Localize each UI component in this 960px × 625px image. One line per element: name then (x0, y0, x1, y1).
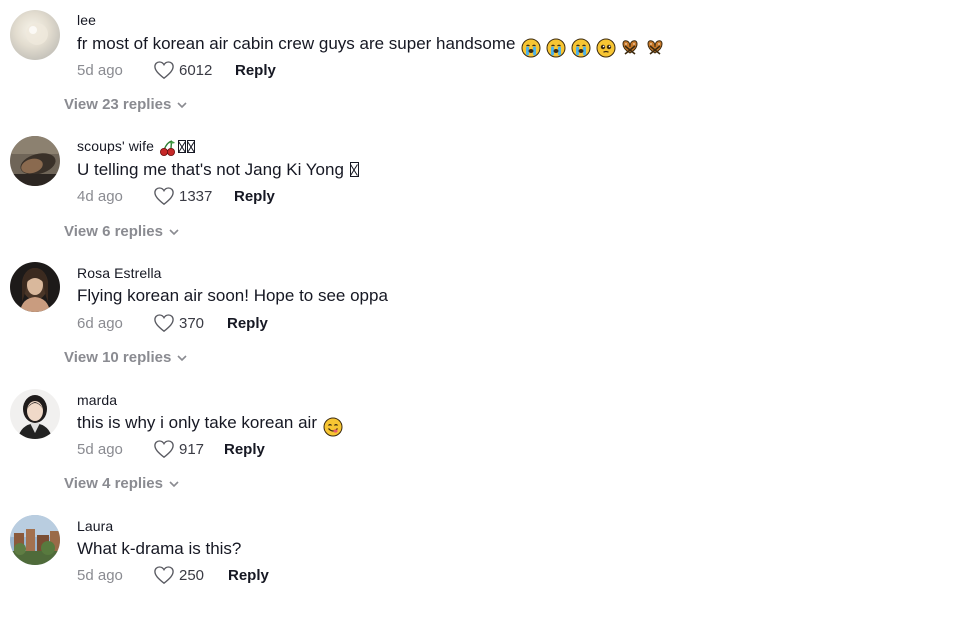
comment-text: this is why i only take korean air (77, 413, 343, 437)
like-count: 6012 (179, 61, 213, 79)
cherries-icon (160, 140, 176, 157)
chevron-down-icon (177, 101, 187, 108)
view-replies-button[interactable]: View 23 replies (64, 96, 187, 113)
comment-meta: 5d ago 917 Reply (77, 438, 265, 460)
avatar[interactable] (10, 515, 60, 565)
comment-text: What k-drama is this? (77, 539, 241, 559)
loudly-crying-face-icon (571, 38, 591, 58)
comment-username[interactable]: scoups' wife (77, 138, 196, 157)
reply-button[interactable]: Reply (234, 188, 275, 205)
comment-item: scoups' wife U telling me that's not Jan… (0, 126, 960, 246)
avatar[interactable] (10, 10, 60, 60)
pleading-face-icon (596, 38, 616, 58)
like-button[interactable]: 6012 (153, 60, 235, 80)
comment-item: Rosa Estrella Flying korean air soon! Ho… (0, 252, 960, 372)
heart-icon (154, 61, 174, 80)
view-replies-button[interactable]: View 4 replies (64, 475, 179, 492)
heart-icon (154, 314, 174, 333)
username-text: lee (77, 12, 96, 28)
comment-text-content: What k-drama is this? (77, 539, 242, 558)
emoji-group (521, 37, 665, 58)
chevron-down-icon (169, 228, 179, 235)
username-text: scoups' wife (77, 138, 155, 154)
comment-username[interactable]: Laura (77, 518, 113, 534)
reply-button[interactable]: Reply (228, 567, 269, 584)
comment-meta: 5d ago 6012 Reply (77, 59, 276, 81)
username-text: marda (77, 392, 118, 408)
comment-meta: 4d ago 1337 Reply (77, 185, 275, 207)
like-button[interactable]: 1337 (153, 186, 234, 206)
view-replies-label: View 23 replies (64, 96, 172, 113)
heart-icon (154, 187, 174, 206)
missing-glyph-icon (187, 140, 196, 153)
chevron-down-icon (169, 480, 179, 487)
comment-username[interactable]: marda (77, 392, 117, 408)
loudly-crying-face-icon (521, 38, 541, 58)
comment-text-content: U telling me that's not Jang Ki Yong (77, 160, 344, 179)
like-count: 917 (179, 440, 205, 458)
comment-text: fr most of korean air cabin crew guys ar… (77, 34, 665, 58)
comment-time: 5d ago (77, 61, 123, 79)
comment-time: 4d ago (77, 187, 123, 205)
avatar[interactable] (10, 389, 60, 439)
username-text: Laura (77, 518, 114, 534)
comment-text: U telling me that's not Jang Ki Yong (77, 160, 359, 180)
comment-text-content: this is why i only take korean air (77, 413, 317, 432)
reply-button[interactable]: Reply (224, 441, 265, 458)
missing-glyph-icon (349, 162, 359, 177)
like-count: 1337 (179, 187, 213, 205)
like-count: 370 (179, 314, 205, 332)
view-replies-label: View 6 replies (64, 223, 163, 240)
comment-item: lee fr most of korean air cabin crew guy… (0, 0, 960, 120)
heart-icon (154, 566, 174, 585)
heart-icon (154, 440, 174, 459)
username-emoji-group (159, 139, 196, 157)
view-replies-button[interactable]: View 10 replies (64, 349, 187, 366)
face-savoring-food-icon (323, 417, 343, 437)
chevron-down-icon (177, 354, 187, 361)
username-text: Rosa Estrella (77, 265, 162, 281)
comment-username[interactable]: Rosa Estrella (77, 265, 162, 281)
missing-glyph-icon (178, 140, 187, 153)
comment-username[interactable]: lee (77, 12, 96, 28)
comment-time: 5d ago (77, 440, 123, 458)
comment-time: 6d ago (77, 314, 123, 332)
comment-item: marda this is why i only take korean air… (0, 379, 960, 499)
like-button[interactable]: 250 (153, 565, 228, 585)
like-count: 250 (179, 566, 205, 584)
like-button[interactable]: 370 (153, 313, 227, 333)
avatar[interactable] (10, 136, 60, 186)
comment-time: 5d ago (77, 566, 123, 584)
comment-text: Flying korean air soon! Hope to see oppa (77, 286, 388, 306)
emoji-group (323, 416, 343, 437)
pretzel-icon (622, 39, 638, 55)
reply-button[interactable]: Reply (227, 315, 268, 332)
view-replies-label: View 4 replies (64, 475, 163, 492)
comment-text-content: fr most of korean air cabin crew guys ar… (77, 34, 516, 53)
loudly-crying-face-icon (546, 38, 566, 58)
comment-meta: 5d ago 250 Reply (77, 564, 269, 586)
view-replies-label: View 10 replies (64, 349, 172, 366)
avatar[interactable] (10, 262, 60, 312)
reply-button[interactable]: Reply (235, 62, 276, 79)
comment-item: Laura What k-drama is this? 5d ago 250 R… (0, 505, 960, 625)
comment-meta: 6d ago 370 Reply (77, 312, 268, 334)
comment-text-content: Flying korean air soon! Hope to see oppa (77, 286, 388, 305)
pretzel-icon (647, 39, 663, 55)
view-replies-button[interactable]: View 6 replies (64, 223, 179, 240)
like-button[interactable]: 917 (153, 439, 224, 459)
